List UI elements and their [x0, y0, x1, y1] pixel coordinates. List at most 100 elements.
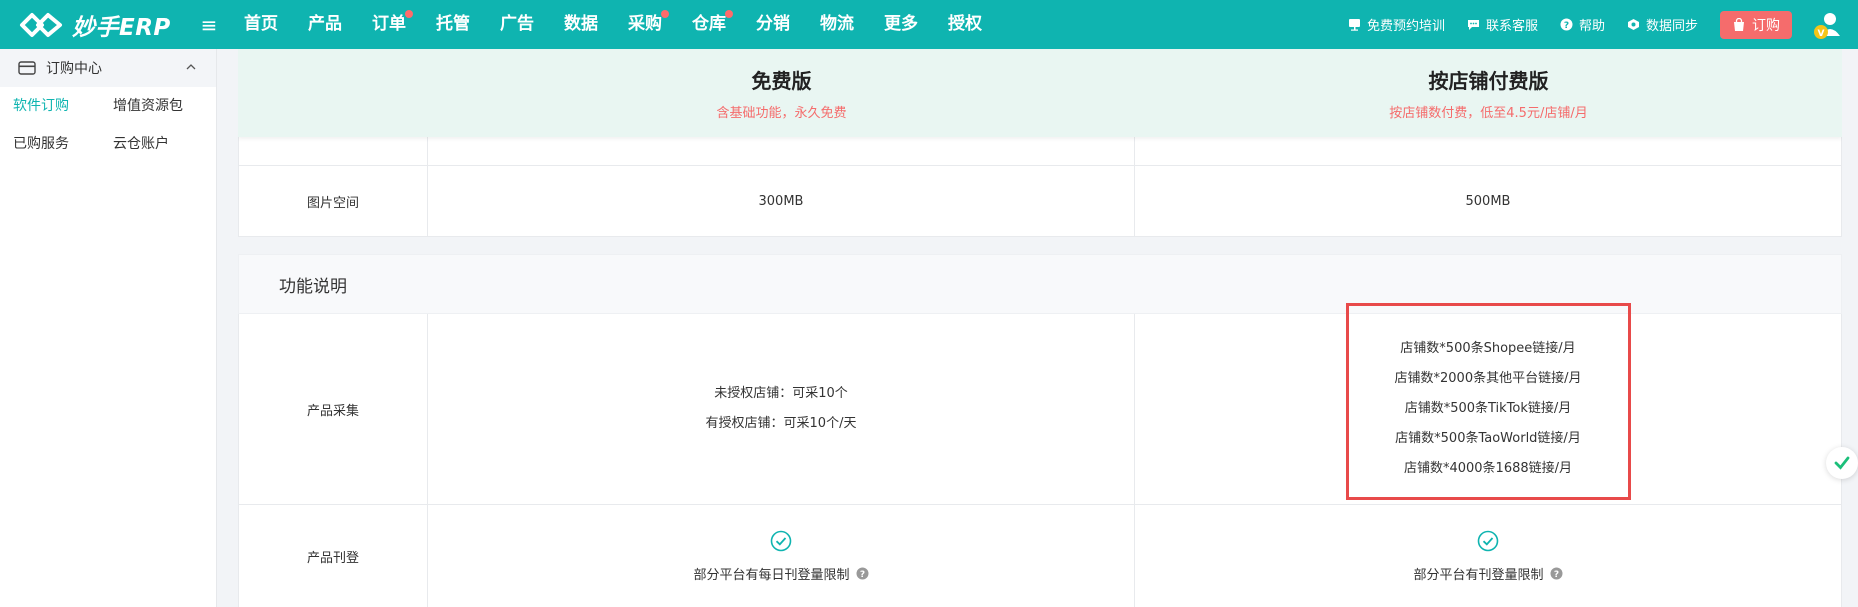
sidebar-item-software-order[interactable]: 软件订购 — [13, 87, 113, 125]
table-row-publish: 产品刊登 部分平台有每日刊登量限制 ? 部分平台有刊登量限制 ? — [238, 505, 1842, 607]
training-link[interactable]: 免费预约培训 — [1348, 15, 1445, 34]
row-label: 产品刊登 — [238, 505, 428, 607]
plan-free: 免费版 含基础功能，永久免费 — [428, 49, 1135, 137]
svg-text:?: ? — [1553, 570, 1558, 580]
svg-text:V: V — [1818, 29, 1825, 39]
chat-icon — [1467, 18, 1480, 31]
paid-line: 店铺数*4000条1688链接/月 — [1403, 461, 1573, 476]
paid-line: 店铺数*500条TikTok链接/月 — [1404, 401, 1572, 416]
note-text: 部分平台有刊登量限制 — [1413, 567, 1544, 583]
section-title: 功能说明 — [279, 276, 347, 297]
help-label: 帮助 — [1578, 19, 1605, 34]
question-icon[interactable]: ? — [856, 567, 869, 580]
paid-line: 店铺数*500条Shopee链接/月 — [1400, 341, 1576, 356]
avatar[interactable]: V — [1812, 10, 1842, 40]
free-value-text: 300MB — [758, 193, 804, 209]
notification-dot — [661, 10, 669, 18]
nav-item-distribution[interactable]: 分销 — [741, 0, 805, 49]
logo[interactable]: 妙手ERP — [0, 0, 190, 49]
plan-description: 含基础功能，永久免费 — [716, 106, 847, 121]
paid-value-text: 500MB — [1465, 193, 1511, 209]
plan-name: 免费版 — [751, 69, 812, 93]
sidebar-group-order-center[interactable]: 订购中心 — [0, 49, 216, 87]
plan-name: 按店铺付费版 — [1428, 69, 1549, 93]
sidebar-item-cloud-warehouse[interactable]: 云仓账户 — [113, 125, 213, 163]
top-right-actions: 免费预约培训 联系客服 ? 帮助 数据同步 订购 V — [1348, 0, 1858, 49]
presentation-icon — [1348, 18, 1361, 31]
row-label-text: 产品刊登 — [306, 550, 359, 566]
sidebar: 订购中心 软件订购 增值资源包 已购服务 云仓账户 — [0, 49, 217, 607]
check-circle-icon — [1477, 530, 1499, 551]
free-value: 未授权店铺：可采10个 有授权店铺：可采10个/天 — [428, 314, 1135, 504]
logo-icon — [20, 12, 62, 37]
table-row-image-space: 图片空间 300MB 500MB — [238, 166, 1842, 237]
sidebar-item-purchased-services[interactable]: 已购服务 — [13, 125, 113, 163]
support-label: 联系客服 — [1485, 19, 1538, 34]
paid-line: 店铺数*2000条其他平台链接/月 — [1394, 371, 1582, 386]
nav-item-logistics[interactable]: 物流 — [805, 0, 869, 49]
nav-label: 产品 — [308, 14, 342, 34]
note-text: 部分平台有每日刊登量限制 — [693, 567, 850, 583]
plan-description: 按店铺数付费，低至4.5元/店铺/月 — [1389, 106, 1588, 121]
help-circle-icon: ? — [1560, 18, 1573, 31]
nav-item-purchase[interactable]: 采购 — [613, 0, 677, 49]
nav-item-ads[interactable]: 广告 — [485, 0, 549, 49]
plan-paid: 按店铺付费版 按店铺数付费，低至4.5元/店铺/月 — [1135, 49, 1842, 137]
row-label: 产品采集 — [238, 314, 428, 504]
nav-label: 托管 — [436, 14, 470, 34]
free-line: 有授权店铺：可采10个/天 — [705, 416, 857, 431]
sync-label: 数据同步 — [1645, 19, 1698, 34]
nav-label: 更多 — [884, 14, 918, 34]
paid-value: 部分平台有刊登量限制 ? — [1135, 505, 1842, 607]
svg-text:?: ? — [1564, 21, 1569, 31]
nav-item-orders[interactable]: 订单 — [357, 0, 421, 49]
question-icon[interactable]: ? — [1550, 567, 1563, 580]
free-line: 未授权店铺：可采10个 — [714, 386, 848, 401]
nav-item-more[interactable]: 更多 — [869, 0, 933, 49]
chevron-up-icon — [186, 64, 196, 70]
paid-value: 店铺数*500条Shopee链接/月 店铺数*2000条其他平台链接/月 店铺数… — [1135, 314, 1842, 504]
free-value: 部分平台有每日刊登量限制 ? — [428, 505, 1135, 607]
plan-header: 免费版 含基础功能，永久免费 按店铺付费版 按店铺数付费，低至4.5元/店铺/月 — [238, 49, 1842, 137]
menu-toggle-icon[interactable]: ≡ — [193, 13, 225, 37]
main-content: 免费版 含基础功能，永久免费 按店铺付费版 按店铺数付费，低至4.5元/店铺/月… — [238, 49, 1842, 607]
support-link[interactable]: 联系客服 — [1467, 15, 1538, 34]
order-button[interactable]: 订购 — [1720, 10, 1792, 39]
svg-text:?: ? — [859, 570, 864, 580]
nav-label: 订单 — [372, 14, 406, 34]
sidebar-group-title: 订购中心 — [46, 61, 102, 77]
nav-label: 广告 — [500, 14, 534, 34]
sidebar-item-resource-pack[interactable]: 增值资源包 — [113, 87, 213, 125]
help-link[interactable]: ? 帮助 — [1560, 15, 1605, 34]
section-header: 功能说明 — [238, 254, 1842, 314]
row-label: 图片空间 — [238, 166, 428, 236]
nav-label: 采购 — [628, 14, 662, 34]
row-label-text: 产品采集 — [306, 403, 359, 419]
logo-text: 妙手ERP — [72, 14, 171, 41]
free-value: 300MB — [428, 166, 1135, 236]
notification-dot — [725, 10, 733, 18]
sync-link[interactable]: 数据同步 — [1627, 15, 1698, 34]
assistant-float-button[interactable] — [1826, 447, 1858, 479]
sync-icon — [1627, 18, 1640, 31]
nav-item-products[interactable]: 产品 — [293, 0, 357, 49]
notification-dot — [405, 10, 413, 18]
nav-item-data[interactable]: 数据 — [549, 0, 613, 49]
nav-item-warehouse[interactable]: 仓库 — [677, 0, 741, 49]
nav-item-hosting[interactable]: 托管 — [421, 0, 485, 49]
nav-item-home[interactable]: 首页 — [229, 0, 293, 49]
assistant-check-icon — [1834, 456, 1850, 470]
nav-item-authorize[interactable]: 授权 — [933, 0, 997, 49]
row-label-text: 图片空间 — [306, 195, 359, 211]
nav-label: 数据 — [564, 14, 598, 34]
nav-label: 仓库 — [692, 14, 726, 34]
nav-label: 首页 — [244, 14, 278, 34]
feature-table: 产品采集 未授权店铺：可采10个 有授权店铺：可采10个/天 店铺数*500条S… — [238, 314, 1842, 607]
nav-label: 物流 — [820, 14, 854, 34]
top-navbar: 妙手ERP ≡ 首页 产品 订单 托管 广告 数据 采购 仓库 分销 物流 更多… — [0, 0, 1858, 49]
nav-label: 授权 — [948, 14, 982, 34]
paid-line: 店铺数*500条TaoWorld链接/月 — [1395, 431, 1581, 446]
order-label: 订购 — [1752, 17, 1780, 34]
main-nav: 首页 产品 订单 托管 广告 数据 采购 仓库 分销 物流 更多 授权 — [229, 0, 997, 49]
table-row-collect: 产品采集 未授权店铺：可采10个 有授权店铺：可采10个/天 店铺数*500条S… — [238, 314, 1842, 505]
